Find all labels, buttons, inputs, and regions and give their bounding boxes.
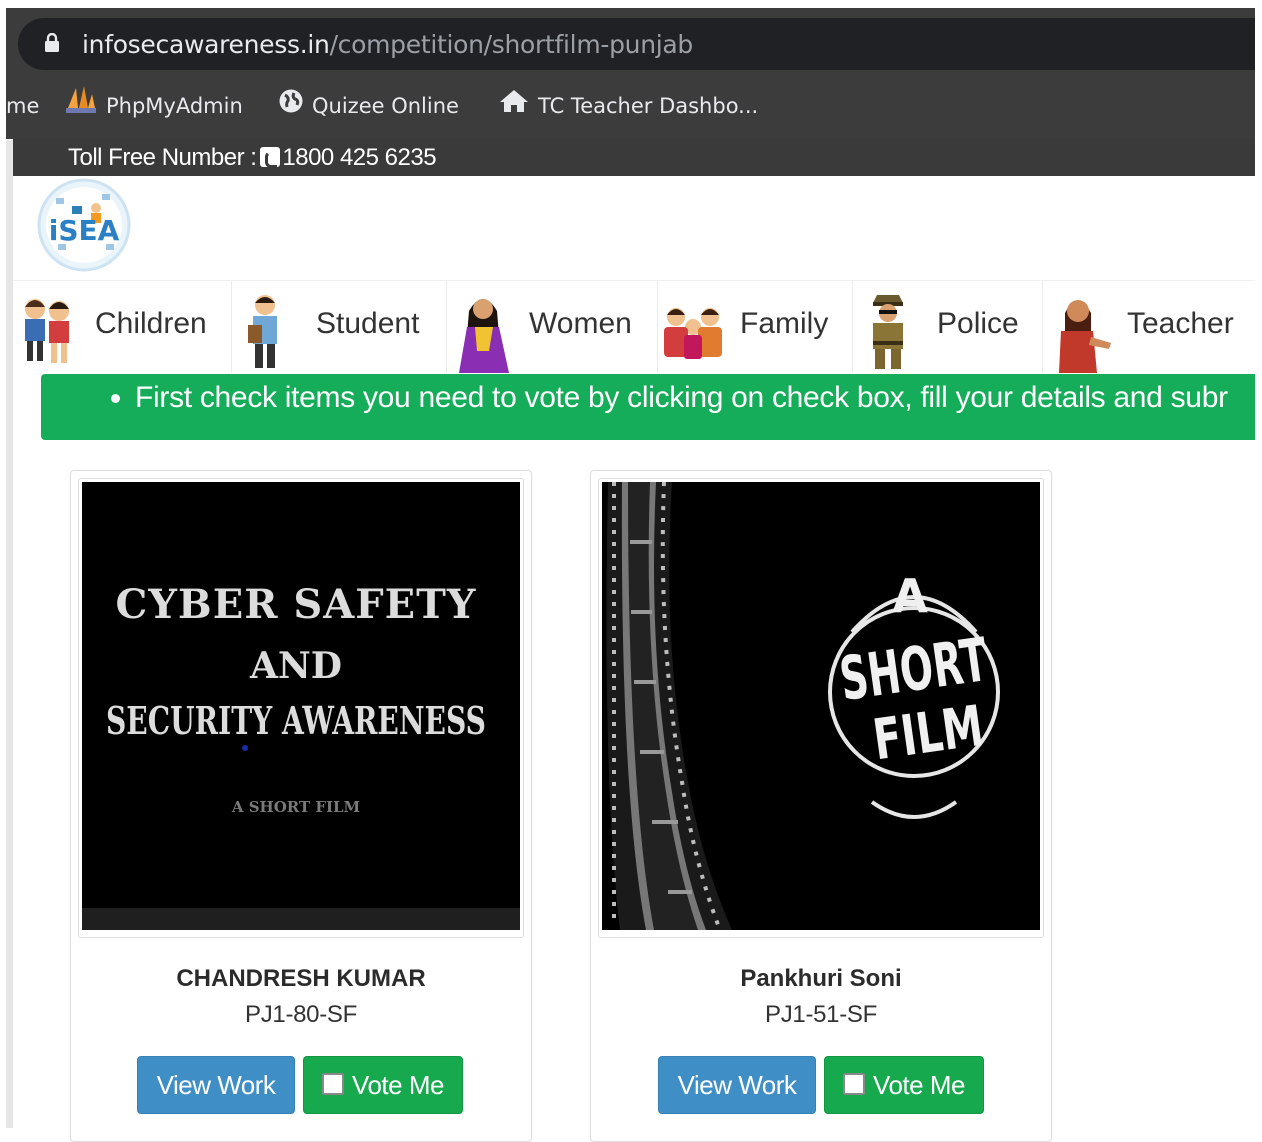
nav-label: Teacher	[1127, 307, 1234, 340]
nav-label: Women	[529, 307, 632, 340]
bookmarks-bar: me PhpMyAdmin Quizee Online TC Teacher D…	[6, 76, 1255, 136]
children-avatar-icon	[25, 299, 69, 363]
url-domain: infosecawareness.in	[82, 30, 330, 59]
women-avatar-icon	[459, 299, 509, 373]
thumb-title-line: A	[892, 569, 928, 623]
entry-thumbnail-frame: A SHORT FILM	[598, 478, 1044, 938]
nav-label: Children	[95, 307, 207, 340]
voting-instructions-banner: First check items you need to vote by cl…	[41, 374, 1255, 440]
family-avatar-icon	[664, 308, 722, 359]
vote-checkbox[interactable]	[322, 1073, 345, 1095]
globe-icon	[278, 77, 304, 137]
nav-label: Family	[740, 307, 829, 340]
bookmark-phpmyadmin[interactable]: PhpMyAdmin	[64, 76, 243, 136]
isea-logo[interactable]: iSEA	[36, 178, 132, 272]
teacher-avatar-icon	[1059, 300, 1111, 373]
view-work-button[interactable]: View Work	[137, 1056, 295, 1114]
nav-item-police[interactable]: Police	[853, 281, 1043, 373]
entry-name: Pankhuri Soni	[740, 965, 902, 992]
nav-label: Police	[937, 307, 1019, 340]
nav-item-women[interactable]: Women	[447, 281, 658, 373]
phpmyadmin-sail-icon	[64, 77, 98, 137]
audience-nav: Children Student Women Family Police Tea…	[13, 280, 1255, 373]
entry-thumbnail-frame: CYBER SAFETY AND SECURITY AWARENESS A SH…	[78, 478, 524, 938]
thumb-title-line: FILM	[869, 694, 987, 774]
nav-label: Student	[316, 307, 420, 340]
bookmark-home[interactable]: me	[6, 76, 39, 136]
nav-item-children[interactable]: Children	[13, 281, 232, 373]
phone-icon	[260, 147, 281, 168]
student-avatar-icon	[248, 295, 277, 368]
view-work-button[interactable]: View Work	[658, 1056, 816, 1114]
logo-text: iSEA	[49, 214, 120, 247]
bookmark-label: me	[6, 94, 40, 118]
bookmark-label: TC Teacher Dashbo...	[538, 94, 759, 118]
entry-card: CYBER SAFETY AND SECURITY AWARENESS A SH…	[70, 470, 532, 1142]
vote-me-button[interactable]: Vote Me	[824, 1056, 984, 1114]
bookmark-label: PhpMyAdmin	[106, 94, 243, 118]
entry-code: PJ1-51-SF	[764, 1001, 877, 1028]
vote-label: Vote Me	[352, 1070, 444, 1100]
home-icon	[498, 77, 530, 137]
police-avatar-icon	[873, 295, 903, 369]
entry-thumbnail[interactable]: CYBER SAFETY AND SECURITY AWARENESS A SH…	[82, 482, 520, 930]
film-strip-icon	[606, 482, 732, 930]
entry-thumbnail[interactable]: A SHORT FILM	[602, 482, 1040, 930]
toll-free-value: 1800 425 6235	[282, 144, 437, 171]
toll-free-label: Toll Free Number :	[68, 144, 257, 171]
page-left-edge	[6, 140, 13, 1128]
thumb-title-line: SECURITY AWARENESS	[106, 698, 486, 743]
bookmark-label: Quizee Online	[312, 94, 459, 118]
voting-instruction-text: First check items you need to vote by cl…	[135, 374, 1255, 422]
nav-item-family[interactable]: Family	[658, 281, 853, 373]
vote-me-button[interactable]: Vote Me	[303, 1056, 463, 1114]
thumb-subtitle: A SHORT FILM	[231, 798, 360, 816]
thumb-title-line: AND	[249, 645, 342, 687]
nav-item-teacher[interactable]: Teacher	[1043, 281, 1255, 373]
entry-name: CHANDRESH KUMAR	[176, 965, 426, 992]
lock-icon[interactable]	[44, 32, 60, 53]
nav-item-student[interactable]: Student	[232, 281, 447, 373]
vote-checkbox[interactable]	[843, 1073, 866, 1095]
entry-card: A SHORT FILM Pankhuri Soni PJ1-51-SF Vie…	[590, 470, 1052, 1142]
vote-label: Vote Me	[873, 1070, 965, 1100]
bookmark-tc-teacher-dashboard[interactable]: TC Teacher Dashbo...	[498, 76, 758, 136]
url-path: /competition/shortfilm-punjab	[329, 30, 694, 59]
entry-code: PJ1-80-SF	[244, 1001, 357, 1028]
thumb-title-line: CYBER SAFETY	[116, 581, 477, 628]
bookmark-quizee-online[interactable]: Quizee Online	[278, 76, 459, 136]
toll-free-number: Toll Free Number : 1800 425 6235	[68, 139, 437, 176]
url-text[interactable]: infosecawareness.in/competition/shortfil…	[82, 28, 693, 62]
